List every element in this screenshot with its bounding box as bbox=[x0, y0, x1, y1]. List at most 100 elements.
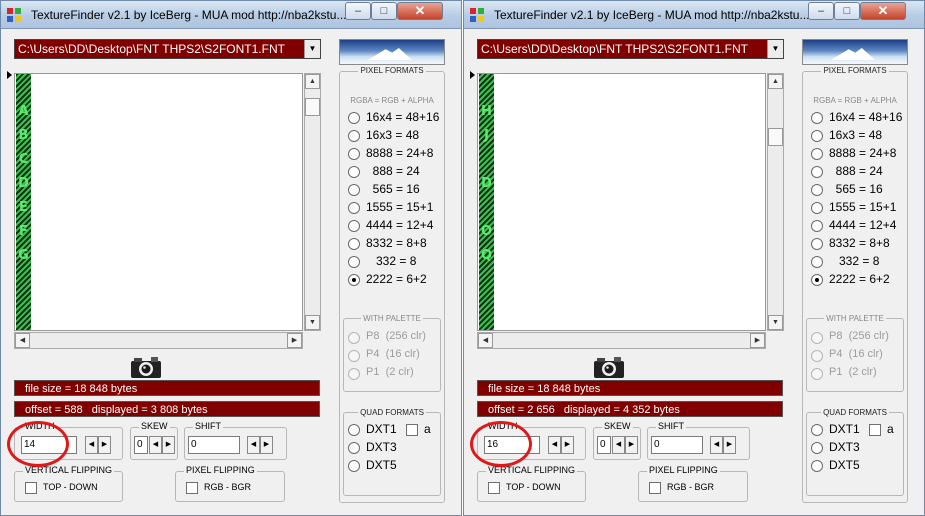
format-label: 1555 = 15+1 bbox=[829, 200, 897, 214]
format-radio[interactable] bbox=[348, 130, 360, 142]
quad-format-radio[interactable] bbox=[348, 460, 360, 472]
pixel-formats-panel: PIXEL FORMATS RGBA = RGB + ALPHA 16x4 = 48… bbox=[339, 66, 445, 503]
skew-group: SKEW 0 ◀ ▶ bbox=[593, 421, 641, 460]
scroll-right-icon[interactable]: ▶ bbox=[287, 333, 302, 348]
format-radio[interactable] bbox=[811, 112, 823, 124]
camera-icon[interactable] bbox=[130, 355, 162, 379]
width-increase-icon[interactable]: ▶ bbox=[98, 436, 111, 454]
format-label: 8332 = 8+8 bbox=[366, 236, 427, 250]
app-icon bbox=[470, 8, 484, 22]
dxt1-alpha-checkbox[interactable] bbox=[406, 424, 418, 436]
shift-decrease-icon[interactable]: ◀ bbox=[710, 436, 723, 454]
scroll-down-icon[interactable]: ▼ bbox=[305, 315, 320, 330]
skew-decrease-icon[interactable]: ◀ bbox=[612, 436, 625, 454]
title-bar[interactable]: TextureFinder v2.1 by IceBerg - MUA mod … bbox=[1, 1, 461, 29]
format-radio[interactable] bbox=[811, 238, 823, 250]
skew-decrease-icon[interactable]: ◀ bbox=[149, 436, 162, 454]
format-radio[interactable] bbox=[811, 202, 823, 214]
palette-radio[interactable] bbox=[811, 368, 823, 380]
maximize-button[interactable]: □ bbox=[834, 2, 860, 20]
texture-preview[interactable]: HJ D OQ bbox=[477, 73, 766, 331]
palette-radio[interactable] bbox=[348, 350, 360, 362]
skew-input[interactable]: 0 bbox=[134, 436, 148, 454]
minimize-button[interactable]: – bbox=[345, 2, 371, 20]
camera-icon[interactable] bbox=[593, 355, 625, 379]
skew-label: SKEW bbox=[602, 421, 633, 431]
palette-radio[interactable] bbox=[348, 332, 360, 344]
quad-format-radio[interactable] bbox=[811, 424, 823, 436]
file-path-combo[interactable]: C:\Users\DD\Desktop\FNT THPS2\S2FONT1.FN… bbox=[477, 39, 784, 59]
scroll-up-icon[interactable]: ▲ bbox=[305, 74, 320, 89]
format-radio[interactable] bbox=[811, 184, 823, 196]
vertical-scrollbar[interactable]: ▲ ▼ bbox=[304, 73, 321, 331]
shift-increase-icon[interactable]: ▶ bbox=[723, 436, 736, 454]
format-radio[interactable] bbox=[348, 256, 360, 268]
format-radio[interactable] bbox=[811, 130, 823, 142]
palette-radio[interactable] bbox=[811, 350, 823, 362]
width-increase-icon[interactable]: ▶ bbox=[561, 436, 574, 454]
format-radio[interactable] bbox=[348, 274, 360, 286]
shift-input[interactable]: 0 bbox=[651, 436, 703, 454]
close-button[interactable]: ✕ bbox=[860, 2, 906, 20]
format-radio[interactable] bbox=[348, 202, 360, 214]
texture-glyph: B bbox=[18, 128, 29, 143]
format-radio[interactable] bbox=[348, 220, 360, 232]
quad-format-radio[interactable] bbox=[348, 442, 360, 454]
shift-decrease-icon[interactable]: ◀ bbox=[247, 436, 260, 454]
scroll-thumb[interactable] bbox=[768, 128, 783, 146]
scroll-down-icon[interactable]: ▼ bbox=[768, 315, 783, 330]
texture-preview[interactable]: ABCDEFG bbox=[14, 73, 303, 331]
width-decrease-icon[interactable]: ◀ bbox=[548, 436, 561, 454]
maximize-button[interactable]: □ bbox=[371, 2, 397, 20]
scroll-left-icon[interactable]: ◀ bbox=[15, 333, 30, 348]
format-radio[interactable] bbox=[811, 256, 823, 268]
file-path-combo[interactable]: C:\Users\DD\Desktop\FNT THPS2\S2FONT1.FN… bbox=[14, 39, 321, 59]
rgb-bgr-label: RGB - BGR bbox=[204, 482, 252, 492]
format-radio[interactable] bbox=[811, 148, 823, 160]
window-body: C:\Users\DD\Desktop\FNT THPS2\S2FONT1.FN… bbox=[468, 31, 920, 511]
format-radio[interactable] bbox=[348, 112, 360, 124]
skew-increase-icon[interactable]: ▶ bbox=[625, 436, 638, 454]
horizontal-scrollbar[interactable]: ◀ ▶ bbox=[477, 332, 766, 349]
shift-input[interactable]: 0 bbox=[188, 436, 240, 454]
title-bar[interactable]: TextureFinder v2.1 by IceBerg - MUA mod … bbox=[464, 1, 924, 29]
rgb-bgr-checkbox[interactable] bbox=[649, 482, 661, 494]
chevron-down-icon[interactable]: ▼ bbox=[304, 40, 320, 58]
app-icon bbox=[7, 8, 21, 22]
palette-radio[interactable] bbox=[811, 332, 823, 344]
top-down-checkbox[interactable] bbox=[25, 482, 37, 494]
pixel-flipping-label: PIXEL FLIPPING bbox=[647, 465, 720, 475]
format-radio[interactable] bbox=[811, 166, 823, 178]
quad-format-label: DXT1 bbox=[366, 422, 397, 436]
skew-increase-icon[interactable]: ▶ bbox=[162, 436, 175, 454]
quad-format-radio[interactable] bbox=[811, 442, 823, 454]
minimize-button[interactable]: – bbox=[808, 2, 834, 20]
scroll-thumb[interactable] bbox=[305, 98, 320, 116]
vertical-flipping-group: VERTICAL FLIPPING TOP - DOWN bbox=[14, 465, 123, 502]
scroll-up-icon[interactable]: ▲ bbox=[768, 74, 783, 89]
format-radio[interactable] bbox=[348, 238, 360, 250]
rgb-bgr-checkbox[interactable] bbox=[186, 482, 198, 494]
quad-format-radio[interactable] bbox=[348, 424, 360, 436]
close-button[interactable]: ✕ bbox=[397, 2, 443, 20]
vertical-scrollbar[interactable]: ▲ ▼ bbox=[767, 73, 784, 331]
quad-format-radio[interactable] bbox=[811, 460, 823, 472]
scroll-right-icon[interactable]: ▶ bbox=[750, 333, 765, 348]
scroll-left-icon[interactable]: ◀ bbox=[478, 333, 493, 348]
width-decrease-icon[interactable]: ◀ bbox=[85, 436, 98, 454]
format-radio[interactable] bbox=[811, 274, 823, 286]
format-radio[interactable] bbox=[348, 166, 360, 178]
offset-marker-icon bbox=[7, 71, 12, 79]
dxt1-alpha-checkbox[interactable] bbox=[869, 424, 881, 436]
format-label: 8888 = 24+8 bbox=[366, 146, 434, 160]
format-radio[interactable] bbox=[811, 220, 823, 232]
top-down-checkbox[interactable] bbox=[488, 482, 500, 494]
format-radio[interactable] bbox=[348, 148, 360, 160]
shift-increase-icon[interactable]: ▶ bbox=[260, 436, 273, 454]
format-radio[interactable] bbox=[348, 184, 360, 196]
texture-glyph: C bbox=[18, 152, 29, 167]
palette-radio[interactable] bbox=[348, 368, 360, 380]
chevron-down-icon[interactable]: ▼ bbox=[767, 40, 783, 58]
horizontal-scrollbar[interactable]: ◀ ▶ bbox=[14, 332, 303, 349]
skew-input[interactable]: 0 bbox=[597, 436, 611, 454]
